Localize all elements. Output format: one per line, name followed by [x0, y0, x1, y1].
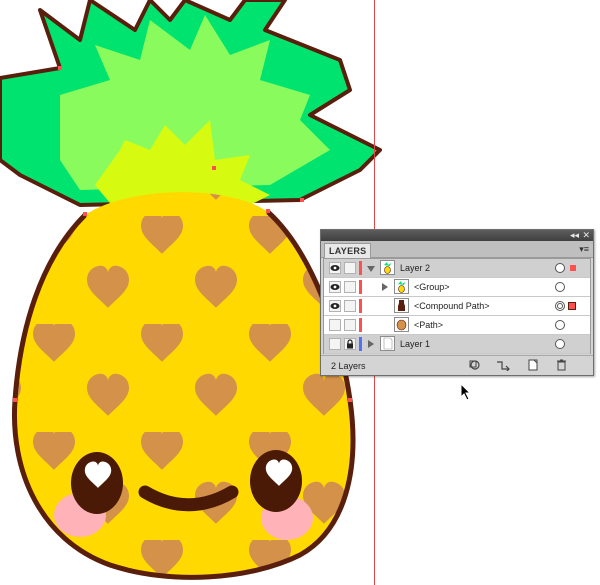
collapse-triangle-icon[interactable]	[367, 266, 375, 272]
expand-triangle-icon[interactable]	[368, 340, 374, 348]
lock-toggle[interactable]	[344, 300, 356, 312]
layer-color-strip	[359, 280, 362, 294]
selection-indicator[interactable]	[570, 265, 576, 271]
mouse-pointer-icon	[460, 383, 472, 401]
lock-toggle[interactable]	[344, 338, 356, 350]
layer-count-label: 2 Layers	[331, 361, 366, 371]
visibility-toggle[interactable]	[329, 338, 341, 350]
layer-name-label: <Compound Path>	[414, 301, 490, 311]
eye-icon	[330, 303, 340, 309]
lock-icon	[347, 339, 353, 349]
expand-triangle-icon[interactable]	[382, 283, 388, 291]
layer-row[interactable]: <Compound Path>	[324, 297, 590, 316]
create-new-sublayer-icon[interactable]	[496, 359, 510, 371]
layer-thumbnail	[380, 336, 395, 351]
panel-tab-bar: LAYERS ▾≡	[321, 241, 593, 258]
layer-row[interactable]: <Path>	[324, 316, 590, 335]
tab-layers[interactable]: LAYERS	[324, 243, 372, 258]
target-appearance-icon[interactable]	[555, 263, 565, 273]
selection-indicator[interactable]	[568, 302, 576, 310]
layer-name-label: Layer 2	[400, 263, 431, 273]
delete-layer-icon[interactable]	[554, 359, 568, 371]
layer-name-label: Layer 1	[400, 339, 431, 349]
panel-title-bar[interactable]: ◂◂ ✕	[321, 230, 593, 241]
close-panel-button[interactable]: ✕	[582, 230, 590, 241]
visibility-toggle[interactable]	[329, 281, 341, 293]
layers-panel[interactable]: ◂◂ ✕ LAYERS ▾≡ Layer 2 <Group> <Compound P…	[320, 229, 594, 376]
create-new-layer-icon[interactable]	[526, 359, 540, 371]
layer-row[interactable]: <Group>	[324, 278, 590, 297]
collapse-panel-button[interactable]: ◂◂	[570, 230, 579, 241]
lock-toggle[interactable]	[344, 262, 356, 274]
layer-color-strip	[359, 299, 362, 313]
layer-thumbnail	[394, 298, 409, 313]
layer-row[interactable]: Layer 2	[324, 259, 590, 278]
layer-name-label: <Group>	[414, 282, 450, 292]
layers-list: Layer 2 <Group> <Compound Path> <Path> Layer…	[323, 258, 591, 354]
panel-footer: 2 Layers	[321, 355, 593, 375]
target-appearance-icon[interactable]	[555, 282, 565, 292]
lock-toggle[interactable]	[344, 281, 356, 293]
target-appearance-icon[interactable]	[555, 320, 565, 330]
layer-thumbnail	[380, 260, 395, 275]
target-appearance-icon[interactable]	[555, 339, 565, 349]
layer-name-label: <Path>	[414, 320, 444, 330]
visibility-toggle[interactable]	[329, 262, 341, 274]
panel-menu-button[interactable]: ▾≡	[579, 243, 589, 255]
lock-toggle[interactable]	[344, 319, 356, 331]
make-clipping-mask-icon[interactable]	[468, 359, 482, 371]
visibility-toggle[interactable]	[329, 300, 341, 312]
layer-row[interactable]: Layer 1	[324, 335, 590, 354]
layer-color-strip	[359, 318, 362, 332]
eye-icon	[330, 284, 340, 290]
layer-thumbnail	[394, 279, 409, 294]
target-appearance-icon[interactable]	[555, 301, 565, 311]
layer-thumbnail	[394, 317, 409, 332]
visibility-toggle[interactable]	[329, 319, 341, 331]
layer-color-strip	[359, 337, 362, 351]
eye-icon	[330, 265, 340, 271]
layer-color-strip	[359, 261, 362, 275]
